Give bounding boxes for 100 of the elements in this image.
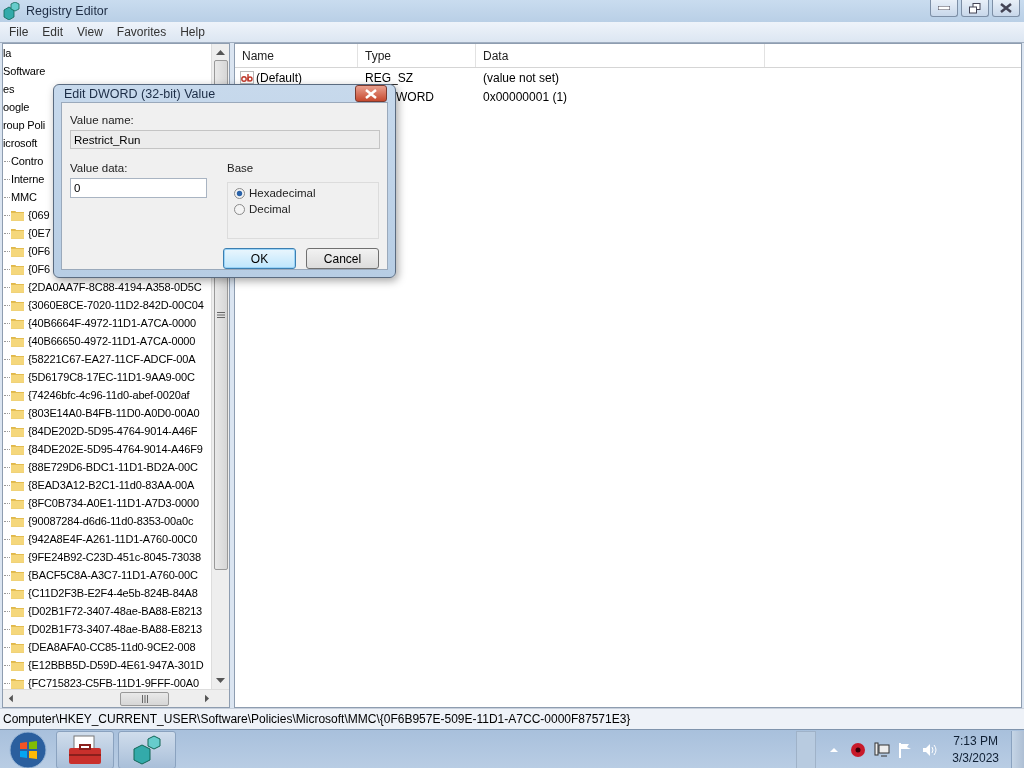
start-orb-icon[interactable] <box>8 729 48 768</box>
menu-item[interactable]: Help <box>173 25 212 39</box>
taskbar-button[interactable] <box>56 730 114 768</box>
folder-icon <box>11 605 24 617</box>
disc-icon[interactable] <box>850 741 867 758</box>
folder-icon <box>11 551 24 563</box>
tree-item[interactable]: oogle <box>3 101 30 113</box>
tree-item[interactable]: {0F6 <box>28 263 51 275</box>
tree-item[interactable]: {58221C67-EA27-11CF-ADCF-00A <box>28 353 196 365</box>
dialog-button[interactable]: Cancel <box>306 248 379 269</box>
tree-item[interactable]: {0F6 <box>28 245 51 257</box>
tree-item[interactable]: {88E729D6-BDC1-11D1-BD2A-00C <box>28 461 198 473</box>
tree-item[interactable]: roup Poli <box>3 119 46 131</box>
status-bar: Computer\HKEY_CURRENT_USER\Software\Policies\Microsoft\MMC\{0F6B957E-509E-11D1-A7CC-0000F87571E3} <box>0 708 1024 729</box>
tree-item[interactable]: es <box>3 83 15 95</box>
close-button[interactable] <box>992 0 1020 17</box>
scroll-down-icon[interactable] <box>216 678 225 684</box>
toolbox-icon <box>68 734 102 765</box>
tree-item[interactable]: icrosoft <box>3 137 38 149</box>
folder-icon <box>11 425 24 437</box>
folder-icon <box>11 281 24 293</box>
column-header[interactable]: Data <box>476 44 765 67</box>
scroll-right-icon[interactable] <box>205 694 211 703</box>
tree-item[interactable]: {E12BBB5D-D59D-4E61-947A-301D <box>28 659 204 671</box>
scrollbar-thumb[interactable] <box>119 691 170 706</box>
tree-item[interactable]: {942A8E4F-A261-11D1-A760-00C0 <box>28 533 198 545</box>
radio-option[interactable]: Decimal <box>234 203 372 215</box>
clock-time[interactable]: 7:13 PM <box>953 732 998 750</box>
tree-item[interactable]: {D02B1F73-3407-48ae-BA88-E8213 <box>28 623 203 635</box>
window-title: Registry Editor <box>26 4 108 18</box>
restore-button[interactable] <box>961 0 989 17</box>
tree-item[interactable]: {40B6664F-4972-11D1-A7CA-0000 <box>28 317 196 329</box>
tree-item[interactable]: Interne <box>11 173 45 185</box>
tree-item[interactable]: {BACF5C8A-A3C7-11D1-A760-00C <box>28 569 198 581</box>
minimize-icon <box>938 6 950 10</box>
tree-item[interactable]: {D02B1F72-3407-48ae-BA88-E8213 <box>28 605 203 617</box>
string-value-icon <box>240 71 254 84</box>
tree-item[interactable]: {40B66650-4972-11D1-A7CA-0000 <box>28 335 196 347</box>
radio-option[interactable]: Hexadecimal <box>234 187 372 199</box>
folder-icon <box>11 587 24 599</box>
scroll-up-icon[interactable] <box>216 49 225 55</box>
tree-item[interactable]: {8EAD3A12-B2C1-11d0-83AA-00A <box>28 479 195 491</box>
menu-item[interactable]: Favorites <box>109 25 174 39</box>
tree-item[interactable]: {84DE202E-5D95-4764-9014-A46F9 <box>28 443 203 455</box>
folder-icon <box>11 245 24 257</box>
tree-item[interactable]: {2DA0AA7F-8C88-4194-A358-0D5C <box>28 281 202 293</box>
menu-item[interactable]: File <box>2 25 36 39</box>
tree-item[interactable]: {C11D2F3B-E2F4-4e5b-824B-84A8 <box>28 587 198 599</box>
folder-icon <box>11 371 24 383</box>
close-button[interactable] <box>355 85 387 102</box>
tree-item[interactable]: {FC715823-C5FB-11D1-9FFF-00A0 <box>28 677 199 689</box>
tree-item[interactable]: {5D6179C8-17EC-11D1-9AA9-00C <box>28 371 195 383</box>
dialog-title: Edit DWORD (32-bit) Value <box>64 86 216 101</box>
tree-item[interactable]: {8FC0B734-A0E1-11D1-A7D3-0000 <box>28 497 199 509</box>
folder-icon <box>11 263 24 275</box>
tree-item[interactable]: Software <box>3 65 46 77</box>
tree-item[interactable]: {90087284-d6d6-11d0-8353-00a0c <box>28 515 194 527</box>
tree-item[interactable]: {DEA8AFA0-CC85-11d0-9CE2-008 <box>28 641 196 653</box>
folder-icon <box>11 209 24 221</box>
folder-icon <box>11 533 24 545</box>
table-cell: 0x00000001 (1) <box>483 89 568 104</box>
tree-item[interactable]: la <box>3 47 12 59</box>
network-icon[interactable] <box>874 741 891 758</box>
field-label: Value name: <box>70 114 135 126</box>
menu-item[interactable]: Edit <box>35 25 71 39</box>
close-icon <box>1000 3 1012 13</box>
tree-item[interactable]: {0E7 <box>28 227 51 239</box>
tree-item[interactable]: {803E14A0-B4FB-11D0-A0D0-00A0 <box>28 407 200 419</box>
table-cell: WORD <box>396 89 434 104</box>
tree-item[interactable]: {84DE202D-5D95-4764-9014-A46F <box>28 425 198 437</box>
folder-icon <box>11 623 24 635</box>
folder-icon <box>11 317 24 329</box>
group-label: Base <box>227 162 255 174</box>
table-cell: (Default) <box>256 70 302 85</box>
grip-icon <box>140 694 149 703</box>
folder-icon <box>11 515 24 527</box>
table-cell: (value not set) <box>483 70 560 85</box>
folder-icon <box>11 443 24 455</box>
tree-item[interactable]: {3060E8CE-7020-11D2-842D-00C04 <box>28 299 204 311</box>
folder-icon <box>11 299 24 311</box>
dialog-button[interactable]: OK <box>223 248 296 269</box>
folder-icon <box>11 479 24 491</box>
tree-item[interactable]: MMC <box>11 191 37 203</box>
tree-item[interactable]: {069 <box>28 209 50 221</box>
folder-icon <box>11 569 24 581</box>
folder-icon <box>11 335 24 347</box>
column-header[interactable]: Type <box>358 44 476 67</box>
scroll-left-icon[interactable] <box>8 694 13 703</box>
folder-icon <box>11 389 24 401</box>
tree-item[interactable]: {9FE24B92-C23D-451c-8045-73038 <box>28 551 201 563</box>
value-data-field[interactable]: 0 <box>70 178 207 198</box>
restore-icon <box>969 2 981 14</box>
column-header[interactable]: Name <box>235 44 358 67</box>
folder-icon <box>11 641 24 653</box>
folder-icon <box>11 227 24 239</box>
value-name-field[interactable]: Restrict_Run <box>70 130 380 149</box>
clock-date[interactable]: 3/3/2023 <box>952 749 999 767</box>
tree-item[interactable]: Contro <box>11 155 44 167</box>
tree-item[interactable]: {74246bfc-4c96-11d0-abef-0020af <box>28 389 190 401</box>
menu-item[interactable]: View <box>70 25 110 39</box>
